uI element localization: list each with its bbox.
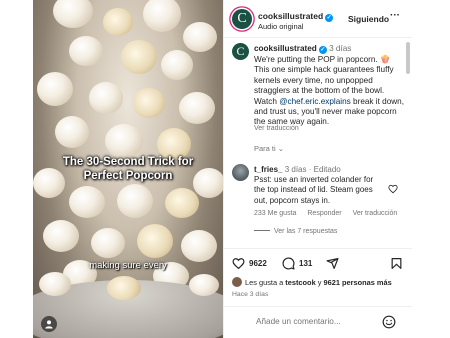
comment-reply-button[interactable]: Responder bbox=[307, 210, 341, 217]
caption-header: cooksillustrated ✓ 3 días bbox=[254, 44, 351, 54]
comment-text: Psst: use an inverted colander for the t… bbox=[254, 175, 374, 205]
comment-translate-link[interactable]: Ver traducción bbox=[353, 210, 398, 217]
post-date: Hace 3 días bbox=[232, 291, 269, 298]
post-details-panel: C cooksillustrated ✓ Audio original Sigui… bbox=[223, 0, 412, 338]
caption-username[interactable]: cooksillustrated bbox=[254, 44, 317, 53]
tagged-user-icon[interactable] bbox=[41, 316, 57, 332]
mention-link[interactable]: @chef.eric.explains bbox=[279, 97, 351, 106]
post-header: C cooksillustrated ✓ Audio original Sigui… bbox=[224, 0, 412, 38]
comments-scrollbar[interactable] bbox=[406, 42, 410, 74]
comment-edited-label: Editado bbox=[313, 165, 341, 174]
likes-summary: Les gusta a testcook y 9621 personas más bbox=[232, 277, 392, 287]
for-you-toggle[interactable]: Para ti ⌄ bbox=[254, 144, 284, 153]
comment-header: t_fries_ 3 días · Editado bbox=[254, 165, 341, 174]
verified-badge-icon: ✓ bbox=[318, 46, 327, 54]
reel-video[interactable]: The 30-Second Trick for Perfect Popcorn … bbox=[33, 0, 223, 338]
comment-count[interactable]: 131 bbox=[299, 259, 312, 268]
caption-translate-link[interactable]: Ver traducción bbox=[254, 125, 299, 132]
commenter-avatar[interactable] bbox=[232, 164, 249, 181]
more-options-icon[interactable]: ··· bbox=[390, 10, 400, 21]
like-count[interactable]: 9622 bbox=[249, 259, 267, 268]
author-username[interactable]: cooksillustrated ✓ bbox=[258, 11, 334, 22]
video-caption-overlay: making sure every bbox=[89, 260, 167, 271]
audio-link[interactable]: Audio original bbox=[258, 22, 303, 31]
emoji-icon[interactable] bbox=[382, 315, 396, 329]
comment-like-heart-icon[interactable] bbox=[388, 184, 398, 194]
comment-input[interactable] bbox=[256, 317, 376, 326]
comment-meta: 233 Me gusta Responder Ver traducción bbox=[254, 210, 406, 217]
caption-text: We're putting the POP in popcorn. 🍿 This… bbox=[254, 55, 405, 127]
comment-time: 3 días bbox=[284, 165, 307, 174]
commenter-username[interactable]: t_fries_ bbox=[254, 165, 282, 174]
video-title-overlay: The 30-Second Trick for Perfect Popcorn bbox=[62, 156, 194, 182]
comment-likes-count[interactable]: 233 Me gusta bbox=[254, 210, 296, 217]
comment-bubble-icon[interactable] bbox=[282, 257, 295, 270]
following-button[interactable]: Siguiendo bbox=[348, 14, 389, 24]
save-bookmark-icon[interactable] bbox=[390, 257, 403, 270]
others-likes-link[interactable]: 9621 personas más bbox=[324, 278, 392, 287]
like-heart-icon[interactable] bbox=[232, 257, 245, 270]
post-modal: The 30-Second Trick for Perfect Popcorn … bbox=[33, 0, 412, 338]
add-comment-bar bbox=[224, 306, 412, 338]
verified-badge-icon: ✓ bbox=[325, 14, 334, 22]
view-replies-link[interactable]: Ver las 7 respuestas bbox=[254, 228, 337, 235]
caption-time: 3 días bbox=[329, 44, 352, 53]
liker-avatar bbox=[232, 277, 242, 287]
share-send-icon[interactable] bbox=[326, 257, 339, 270]
author-avatar[interactable]: C bbox=[232, 9, 252, 29]
comments-section: C cooksillustrated ✓ 3 días We're putting… bbox=[224, 38, 412, 248]
liker-username[interactable]: testcook bbox=[285, 278, 315, 287]
caption-author-avatar[interactable]: C bbox=[232, 43, 249, 60]
